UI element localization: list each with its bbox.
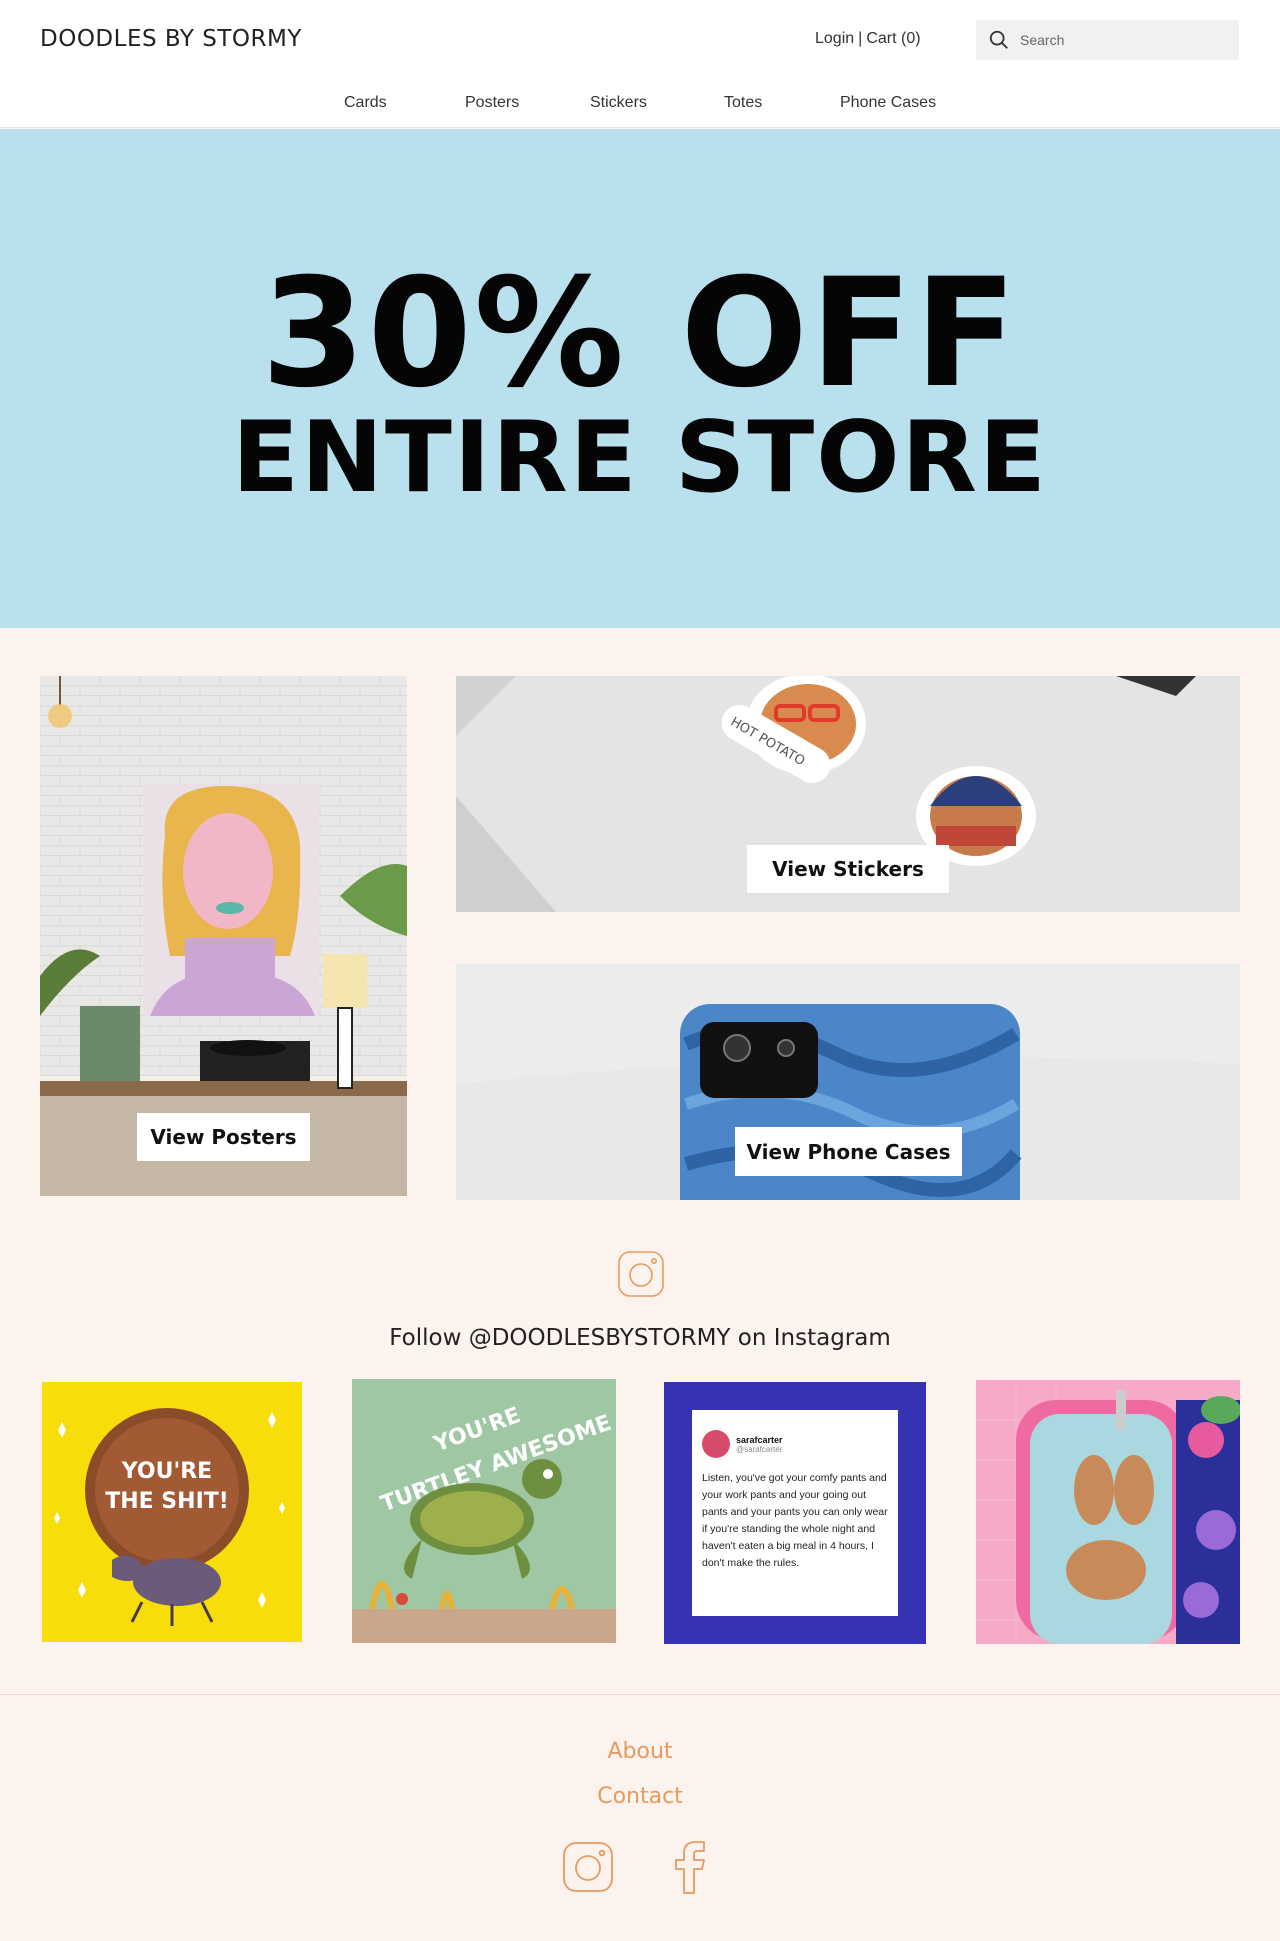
sale-banner[interactable]: 30% OFF ENTIRE STORE	[0, 129, 1280, 628]
nav-item-phone-cases[interactable]: Phone Cases	[840, 94, 936, 112]
site-logo[interactable]: DOODLES BY STORMY	[40, 26, 302, 52]
stickers-tile[interactable]: HOT POTATO View Stickers	[456, 676, 1240, 912]
cart-link[interactable]: Cart (0)	[866, 30, 920, 48]
avatar	[702, 1430, 730, 1458]
instagram-icon[interactable]	[562, 1841, 614, 1893]
search-box	[976, 20, 1239, 60]
post-text: YOU'RE	[121, 1459, 212, 1484]
login-link[interactable]: Login	[815, 30, 854, 48]
view-posters-button[interactable]: View Posters	[137, 1113, 310, 1161]
search-icon[interactable]	[988, 29, 1010, 51]
post-text: THE SHIT!	[105, 1489, 229, 1514]
instagram-icon[interactable]	[617, 1250, 665, 1298]
view-phone-cases-button[interactable]: View Phone Cases	[735, 1127, 962, 1176]
tweet-handle: @sarafcarter	[736, 1444, 783, 1454]
main-nav: Cards Posters Stickers Totes Phone Cases	[0, 94, 1280, 118]
instagram-post[interactable]: sarafcarter @sarafcarter Listen, you've …	[664, 1382, 926, 1644]
instagram-post[interactable]: YOU'RE THE SHIT!	[42, 1382, 302, 1642]
facebook-icon[interactable]	[670, 1839, 710, 1895]
account-links: Login | Cart (0)	[815, 30, 921, 48]
search-input[interactable]	[1020, 32, 1220, 48]
footer-link-contact[interactable]: Contact	[0, 1784, 1280, 1809]
nav-item-totes[interactable]: Totes	[724, 94, 762, 112]
site-header: DOODLES BY STORMY Login | Cart (0) Cards…	[0, 0, 1280, 128]
posters-tile[interactable]: View Posters	[40, 676, 407, 1196]
instagram-post[interactable]	[976, 1380, 1240, 1644]
nav-item-cards[interactable]: Cards	[344, 94, 387, 112]
nav-item-posters[interactable]: Posters	[465, 94, 519, 112]
instagram-post[interactable]: YOU'RE TURTLEY AWESOME	[352, 1379, 616, 1643]
nav-item-stickers[interactable]: Stickers	[590, 94, 647, 112]
tweet-username: sarafcarter	[736, 1434, 783, 1445]
instagram-follow-text[interactable]: Follow @DOODLESBYSTORMY on Instagram	[0, 1325, 1280, 1351]
sale-headline: 30% OFF	[261, 247, 1019, 421]
footer-link-about[interactable]: About	[0, 1739, 1280, 1764]
phone-cases-tile[interactable]: View Phone Cases	[456, 964, 1240, 1200]
sale-subheadline: ENTIRE STORE	[232, 401, 1048, 515]
site-footer: About Contact	[0, 1694, 1280, 1941]
account-separator: |	[858, 30, 863, 47]
tweet-text: Listen, you've got your comfy pants and …	[702, 1472, 888, 1569]
view-stickers-button[interactable]: View Stickers	[747, 845, 949, 893]
